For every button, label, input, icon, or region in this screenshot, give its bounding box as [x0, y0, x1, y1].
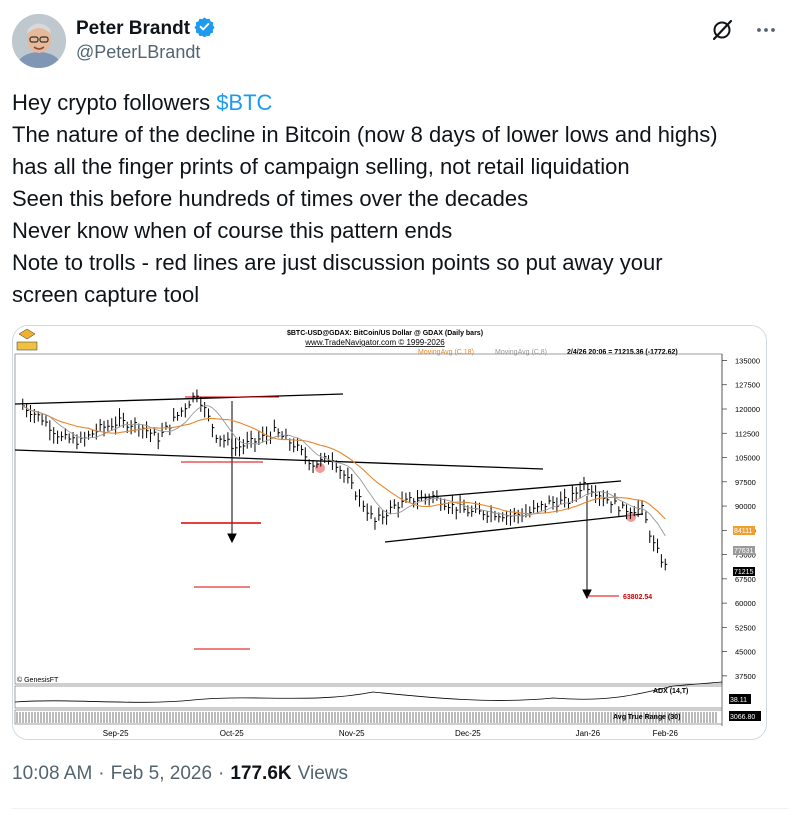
- chart-title: $BTC-USD@GDAX: BitCoin/US Dollar @ GDAX …: [287, 330, 483, 337]
- tweet-line: Seen this before hundreds of times over …: [12, 186, 529, 211]
- y-tick-label: 135000: [735, 356, 760, 365]
- chart-site: www.TradeNavigator.com © 1999-2026: [304, 338, 445, 347]
- tweet-timestamp-time[interactable]: 10:08 AM: [12, 763, 92, 785]
- tweet-header: Peter Brandt @PeterLBrandt: [12, 12, 788, 72]
- x-tick-label: Dec-25: [455, 729, 481, 738]
- y-tick-label: 52500: [735, 623, 756, 632]
- grok-icon[interactable]: [708, 16, 736, 44]
- avatar[interactable]: [12, 14, 66, 68]
- more-icon[interactable]: [752, 16, 780, 44]
- target-label: 63802.54: [623, 594, 652, 601]
- tweet-line: Note to trolls - red lines are just disc…: [12, 250, 663, 275]
- tweet-meta: 10:08 AM · Feb 5, 2026 · 177.6K Views: [12, 763, 348, 785]
- x-tick-label: Feb-26: [653, 729, 679, 738]
- tweet-timestamp-date[interactable]: Feb 5, 2026: [111, 763, 212, 785]
- tweet-line: Never know when of course this pattern e…: [12, 218, 453, 243]
- tweet-line: The nature of the decline in Bitcoin (no…: [12, 122, 718, 147]
- divider: [12, 808, 788, 809]
- ma8-label: MovingAvg (C,8): [495, 349, 547, 356]
- btc-chart: $BTC-USD@GDAX: BitCoin/US Dollar @ GDAX …: [13, 326, 766, 739]
- tweet-line-1-prefix: Hey crypto followers: [12, 90, 217, 115]
- cashtag-link[interactable]: $BTC: [216, 90, 272, 115]
- ma18-label: MovingAvg (C,18): [418, 349, 474, 356]
- y-tick-label: 37500: [735, 672, 756, 681]
- y-tick-label: 60000: [735, 599, 756, 608]
- meta-separator: ·: [218, 763, 225, 784]
- tweet-line: screen capture tool: [12, 282, 200, 307]
- x-tick-label: Nov-25: [339, 729, 365, 738]
- x-tick-label: Jan-26: [576, 729, 601, 738]
- author-name-row: Peter Brandt: [76, 16, 215, 42]
- chart-copyright: © GenesisFT: [17, 676, 59, 684]
- x-tick-label: Sep-25: [103, 729, 129, 738]
- tweet-text: Hey crypto followers $BTC The nature of …: [12, 87, 782, 311]
- price-tag-black-text: 71215: [734, 569, 754, 576]
- y-tick-label: 67500: [735, 575, 756, 584]
- views-label: Views: [297, 763, 348, 784]
- y-tick-label: 45000: [735, 648, 756, 657]
- y-tick-label: 105000: [735, 454, 760, 463]
- y-tick-label: 97500: [735, 478, 756, 487]
- atr-label: Avg True Range (30): [613, 714, 680, 721]
- price-tag-gray-text: 77631: [734, 548, 754, 555]
- verified-badge-icon: [194, 16, 215, 42]
- meta-separator: ·: [98, 763, 105, 784]
- author-name[interactable]: Peter Brandt: [76, 18, 190, 40]
- header-actions: [708, 16, 780, 44]
- views-count: 177.6K: [230, 763, 292, 784]
- y-tick-label: 90000: [735, 502, 756, 511]
- tweet-media-chart[interactable]: $BTC-USD@GDAX: BitCoin/US Dollar @ GDAX …: [12, 325, 767, 740]
- atr-value: 3066.80: [730, 714, 755, 721]
- adx-value: 38.11: [730, 697, 747, 704]
- tweet-line: has all the finger prints of campaign se…: [12, 154, 630, 179]
- adx-label: ADX (14,T): [653, 688, 688, 695]
- y-tick-label: 120000: [735, 405, 760, 414]
- x-tick-label: Oct-25: [220, 729, 245, 738]
- y-tick-label: 127500: [735, 381, 760, 390]
- price-tag-orange-text: 84111: [734, 528, 753, 535]
- tweet-line-1: Hey crypto followers $BTC: [12, 87, 782, 119]
- price-readout: 2/4/26 20:06 = 71215.36 (-1772.62): [567, 349, 678, 356]
- author-handle[interactable]: @PeterLBrandt: [76, 42, 200, 63]
- y-tick-label: 112500: [735, 429, 759, 438]
